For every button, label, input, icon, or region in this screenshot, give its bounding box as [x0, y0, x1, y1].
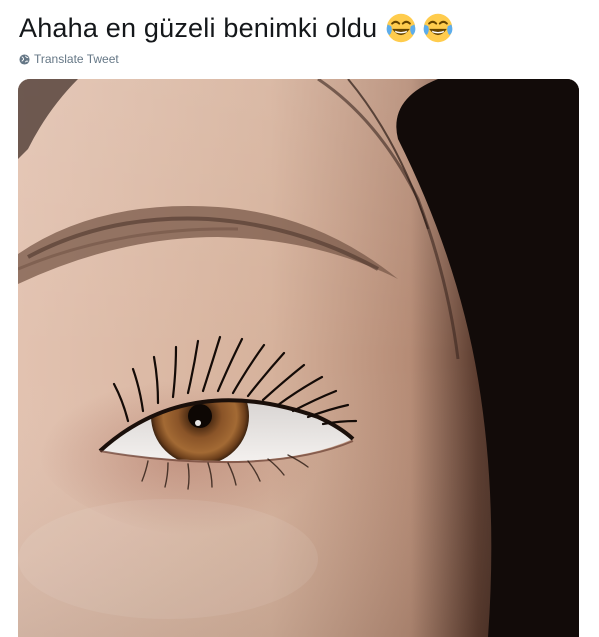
globe-icon: [19, 53, 30, 65]
face-with-tears-of-joy-icon: [387, 13, 416, 43]
face-with-tears-of-joy-icon: [424, 13, 453, 43]
translate-tweet-label: Translate Tweet: [34, 52, 119, 66]
tweet-text: Ahaha en güzeli benimki oldu: [19, 8, 579, 48]
tweet-photo[interactable]: [18, 79, 579, 637]
translate-tweet-link[interactable]: Translate Tweet: [19, 50, 119, 68]
tweet: Ahaha en güzeli benimki oldu Translate T…: [0, 0, 599, 637]
tweet-text-content: Ahaha en güzeli benimki oldu: [19, 13, 378, 43]
eye-closeup-image: [18, 79, 579, 637]
